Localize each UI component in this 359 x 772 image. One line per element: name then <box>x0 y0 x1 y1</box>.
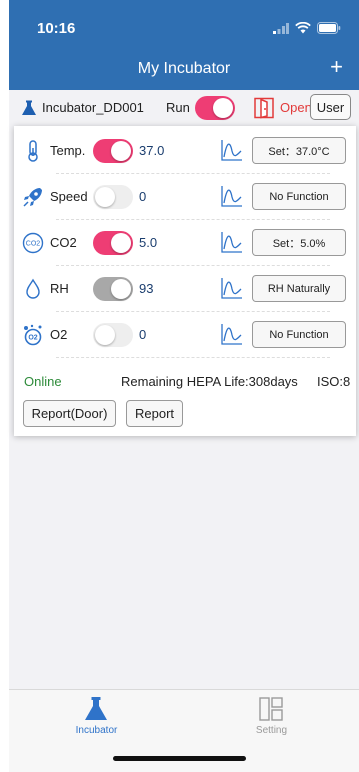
flask-icon <box>85 697 107 720</box>
param-row-temp: Temp. 37.0 Set：37.0°C <box>14 128 356 174</box>
o2-label: O2 <box>50 327 68 342</box>
svg-text:CO2: CO2 <box>26 241 41 248</box>
co2-set-button[interactable]: Set：5.0% <box>252 229 346 256</box>
grid-settings-icon <box>259 697 283 721</box>
rh-value: 93 <box>139 281 154 296</box>
co2-chart-icon[interactable] <box>221 231 243 253</box>
speed-value: 0 <box>139 189 147 204</box>
app-header: 10:16 My Incubator + <box>9 0 359 90</box>
add-device-button[interactable]: + <box>330 56 343 78</box>
user-button[interactable]: User <box>310 94 351 120</box>
param-row-rh: RH 93 RH Naturally <box>14 266 356 312</box>
status-time: 10:16 <box>37 20 76 37</box>
report-button[interactable]: Report <box>126 400 183 427</box>
droplet-icon <box>26 278 40 299</box>
o2-set-button[interactable]: No Function <box>252 321 346 348</box>
tab-setting-label: Setting <box>255 725 288 736</box>
home-indicator <box>113 756 246 761</box>
o2-icon: O2 <box>24 324 42 346</box>
co2-toggle[interactable] <box>93 231 133 255</box>
speed-toggle[interactable] <box>93 185 133 209</box>
fan-icon <box>23 188 42 207</box>
co2-label: CO2 <box>50 235 77 250</box>
co2-value: 5.0 <box>139 235 158 250</box>
device-row: Incubator_DD001 Run Open User <box>9 92 359 124</box>
co2-icon: CO2 <box>22 232 44 254</box>
o2-toggle[interactable] <box>93 323 133 347</box>
flask-icon <box>22 100 36 115</box>
speed-label: Speed <box>50 189 88 204</box>
signal-icon <box>273 22 289 34</box>
rh-set-button[interactable]: RH Naturally <box>252 275 346 302</box>
iso-level: ISO:8 <box>317 374 351 389</box>
speed-chart-icon[interactable] <box>221 185 243 207</box>
temp-set-button[interactable]: Set：37.0°C <box>252 137 346 164</box>
o2-chart-icon[interactable] <box>221 323 243 345</box>
tab-setting[interactable]: Setting <box>184 690 359 750</box>
report-door-button[interactable]: Report(Door) <box>23 400 116 427</box>
temp-toggle[interactable] <box>93 139 133 163</box>
wifi-icon <box>295 22 311 34</box>
run-toggle[interactable] <box>195 96 235 120</box>
device-name: Incubator_DD001 <box>42 100 144 115</box>
rh-toggle[interactable] <box>93 277 133 301</box>
tab-incubator[interactable]: Incubator <box>9 690 184 750</box>
battery-icon <box>317 22 341 34</box>
hepa-life: Remaining HEPA Life:308days <box>121 374 298 389</box>
param-row-co2: CO2 CO2 5.0 Set：5.0% <box>14 220 356 266</box>
temp-label: Temp. <box>50 143 86 158</box>
run-label: Run <box>166 100 190 115</box>
o2-value: 0 <box>139 327 147 342</box>
incubator-card: Temp. 37.0 Set：37.0°C Speed 0 No Functio… <box>14 126 356 436</box>
rh-label: RH <box>50 281 69 296</box>
door-open-label[interactable]: Open <box>280 100 310 115</box>
param-row-speed: Speed 0 No Function <box>14 174 356 220</box>
thermometer-icon <box>28 140 38 162</box>
temp-chart-icon[interactable] <box>221 139 243 161</box>
speed-set-button[interactable]: No Function <box>252 183 346 210</box>
temp-value: 37.0 <box>139 143 165 158</box>
svg-text:O2: O2 <box>28 335 37 342</box>
tab-incubator-label: Incubator <box>75 725 118 736</box>
phone-screen: 10:16 My Incubator + Incubator_DD001 Run… <box>9 0 359 772</box>
status-icons <box>273 22 341 34</box>
page-title: My Incubator <box>137 60 231 77</box>
door-open-icon[interactable] <box>254 97 276 119</box>
rh-chart-icon[interactable] <box>221 277 243 299</box>
param-row-o2: O2 O2 0 No Function <box>14 312 356 358</box>
online-status: Online <box>24 374 62 389</box>
